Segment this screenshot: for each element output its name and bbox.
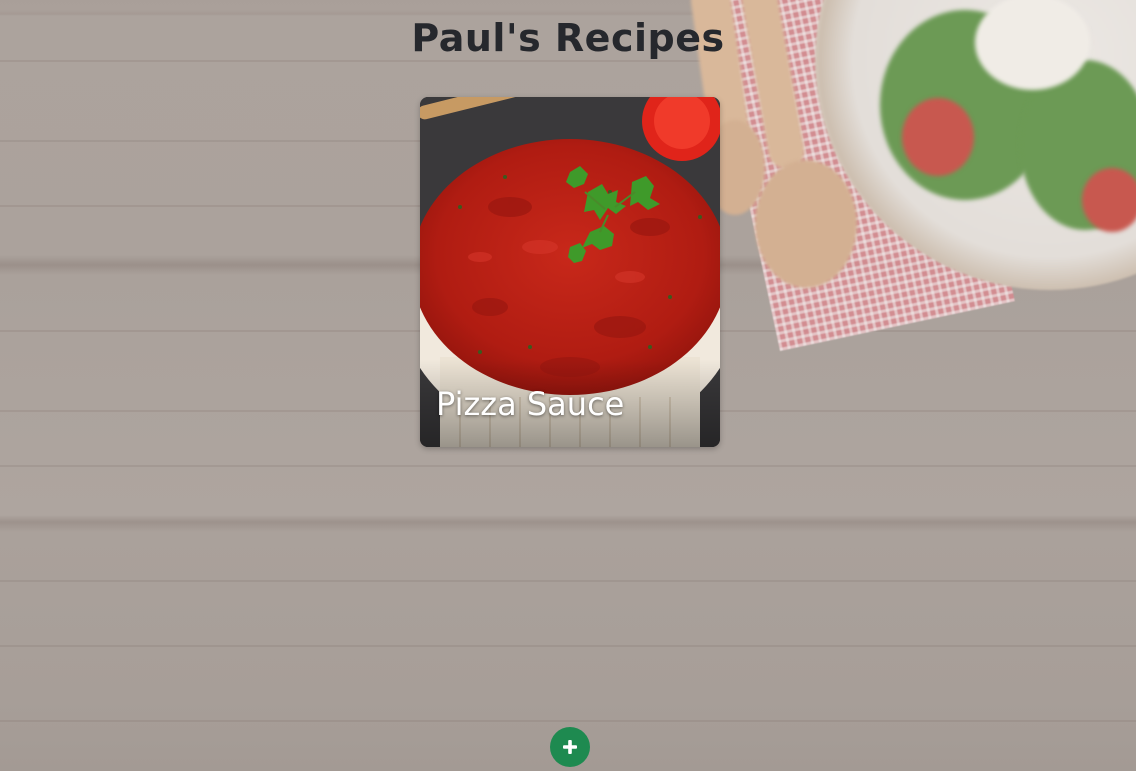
recipe-card[interactable]: Pizza Sauce <box>420 97 720 447</box>
add-recipe-button[interactable] <box>550 727 590 767</box>
page-title: Paul's Recipes <box>411 16 725 60</box>
plus-icon <box>563 740 577 754</box>
recipe-title: Pizza Sauce <box>436 385 625 423</box>
